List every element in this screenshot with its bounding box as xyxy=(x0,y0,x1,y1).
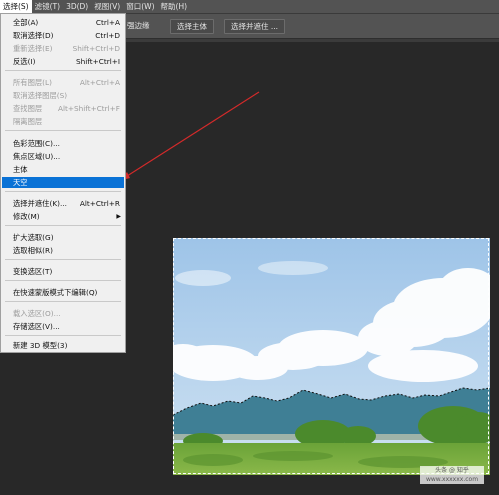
menu-separator xyxy=(5,191,121,192)
menu-separator xyxy=(5,301,121,302)
menu-item-label: 重新选择(E) xyxy=(13,44,53,53)
menu-item-label: 色彩范围(C)... xyxy=(13,139,60,148)
annotation-arrow-line xyxy=(123,91,260,179)
menu-item-all-layers[interactable]: 所有图层(L) Alt+Ctrl+A xyxy=(2,77,124,88)
menu-item-new-3d-model[interactable]: 新建 3D 模型(3) xyxy=(2,340,124,351)
menu-item-label: 反选(I) xyxy=(13,57,36,66)
menu-item-label: 在快速蒙版模式下编辑(Q) xyxy=(13,288,98,297)
menu-item-label: 主体 xyxy=(13,165,28,174)
menu-item-inverse[interactable]: 反选(I) Shift+Ctrl+I xyxy=(2,56,124,67)
menu-separator xyxy=(5,335,121,336)
menu-item-shortcut: Alt+Ctrl+A xyxy=(79,78,120,87)
menu-separator xyxy=(5,70,121,71)
menu-item-label: 焦点区域(U)... xyxy=(13,152,61,161)
menu-item-label: 变换选区(T) xyxy=(13,267,53,276)
menu-item-shortcut: Ctrl+A xyxy=(95,18,120,27)
menu-item-transform-selection[interactable]: 变换选区(T) xyxy=(2,266,124,277)
menu-item-shortcut: Shift+Ctrl+I xyxy=(76,57,120,66)
menu-item-label: 全部(A) xyxy=(13,18,39,27)
menu-item-shortcut: Alt+Ctrl+R xyxy=(79,199,120,208)
menu-item-label: 取消选择图层(S) xyxy=(13,91,68,100)
menu-item-shortcut: Shift+Ctrl+D xyxy=(72,44,120,53)
menu-separator xyxy=(5,225,121,226)
menu-item-label: 所有图层(L) xyxy=(13,78,52,87)
menu-item-label: 查找图层 xyxy=(13,104,43,113)
menu-item-label: 天空 xyxy=(13,178,28,187)
menu-item-label: 选择并遮住(K)... xyxy=(13,199,67,208)
menu-item-deselect[interactable]: 取消选择(D) Ctrl+D xyxy=(2,30,124,41)
submenu-arrow-icon: ▶ xyxy=(116,213,121,220)
menu-item-select-and-mask[interactable]: 选择并遮住(K)... Alt+Ctrl+R xyxy=(2,198,124,209)
menu-item-subject[interactable]: 主体 xyxy=(2,164,124,175)
menu-item-sky[interactable]: 天空 xyxy=(2,177,124,188)
menu-item-grow[interactable]: 扩大选取(G) xyxy=(2,232,124,243)
menu-item-save-selection[interactable]: 存储选区(V)... xyxy=(2,321,124,332)
menu-item-label: 扩大选取(G) xyxy=(13,233,54,242)
menu-item-quick-mask[interactable]: 在快速蒙版模式下编辑(Q) xyxy=(2,287,124,298)
menu-item-label: 载入选区(O)... xyxy=(13,309,61,318)
menu-separator xyxy=(5,259,121,260)
menu-item-label: 存储选区(V)... xyxy=(13,322,60,331)
menu-item-deselect-layers[interactable]: 取消选择图层(S) xyxy=(2,90,124,101)
menu-item-label: 修改(M) xyxy=(13,212,40,221)
menu-separator xyxy=(5,280,121,281)
menu-item-label: 新建 3D 模型(3) xyxy=(13,341,68,350)
select-menu-dropdown: 全部(A) Ctrl+A 取消选择(D) Ctrl+D 重新选择(E) Shif… xyxy=(0,13,126,353)
menu-item-isolate-layers[interactable]: 隔离图层 xyxy=(2,116,124,127)
menu-item-similar[interactable]: 选取相似(R) xyxy=(2,245,124,256)
menu-item-label: 取消选择(D) xyxy=(13,31,54,40)
menu-item-load-selection[interactable]: 载入选区(O)... xyxy=(2,308,124,319)
menu-item-color-range[interactable]: 色彩范围(C)... xyxy=(2,138,124,149)
menu-item-shortcut: Alt+Shift+Ctrl+F xyxy=(58,104,120,113)
menu-item-find-layers[interactable]: 查找图层 Alt+Shift+Ctrl+F xyxy=(2,103,124,114)
menu-item-label: 选取相似(R) xyxy=(13,246,53,255)
menu-item-all[interactable]: 全部(A) Ctrl+A xyxy=(2,17,124,28)
menu-item-shortcut: Ctrl+D xyxy=(95,31,120,40)
menu-item-reselect[interactable]: 重新选择(E) Shift+Ctrl+D xyxy=(2,43,124,54)
menu-item-modify[interactable]: 修改(M) ▶ xyxy=(2,211,124,222)
menu-separator xyxy=(5,130,121,131)
menu-item-label: 隔离图层 xyxy=(13,117,43,126)
menu-item-focus-area[interactable]: 焦点区域(U)... xyxy=(2,151,124,162)
